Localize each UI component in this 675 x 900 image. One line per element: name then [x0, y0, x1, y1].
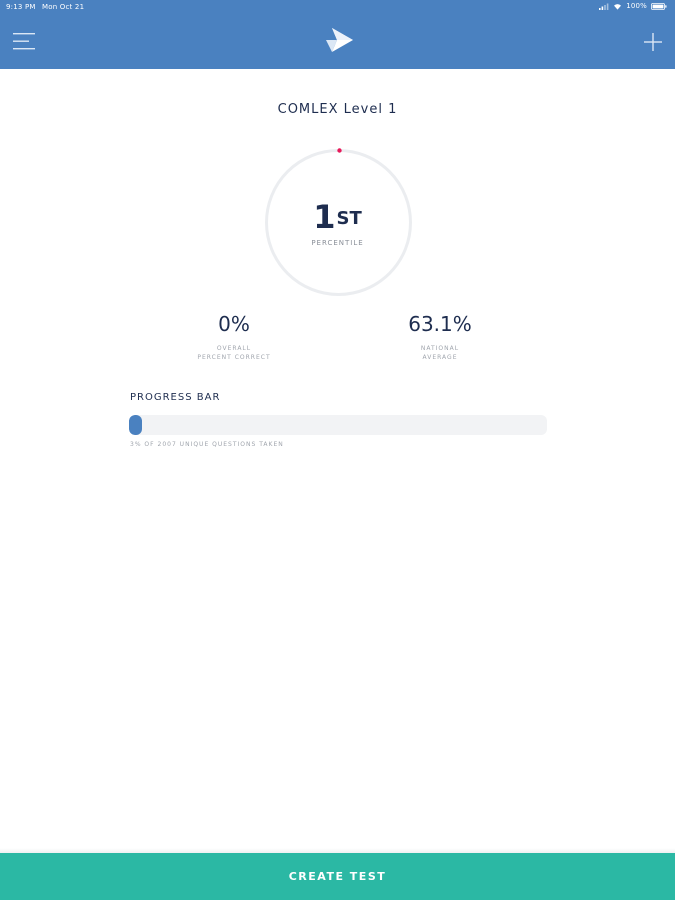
status-indicators: 100% [599, 2, 667, 10]
battery-icon [651, 2, 667, 10]
wifi-icon [614, 3, 622, 10]
percentile-number: 1 [313, 198, 336, 236]
top-nav-bar: 9:13 PM Mon Oct 21 100% [0, 0, 675, 69]
exam-title: COMLEX Level 1 [277, 102, 398, 117]
progress-bar-track [129, 415, 547, 435]
battery-percent: 100% [626, 2, 647, 10]
overall-label-line1: OVERALL [216, 345, 252, 352]
status-time: 9:13 PM [6, 3, 36, 11]
signal-icon [599, 3, 609, 10]
national-label-line2: AVERAGE [422, 354, 458, 361]
percentile-label: PERCENTILE [311, 239, 364, 247]
app-logo-icon [324, 28, 354, 52]
overall-percent-value: 0% [218, 312, 250, 336]
national-average-value: 63.1% [408, 312, 472, 336]
percentile-marker [337, 148, 342, 153]
hamburger-menu-icon[interactable] [13, 33, 35, 50]
percentile-value: 1ST [0, 197, 675, 237]
create-test-button[interactable]: CREATE TEST [0, 853, 675, 900]
national-average-stat: 63.1% NATIONAL AVERAGE [365, 312, 515, 362]
percentile-suffix: ST [336, 208, 362, 229]
progress-bar-fill [129, 415, 142, 435]
national-label-line1: NATIONAL [420, 345, 460, 352]
overall-label-line2: PERCENT CORRECT [197, 354, 271, 361]
status-bar: 9:13 PM Mon Oct 21 100% [0, 0, 675, 14]
progress-caption: 3% OF 2007 UNIQUE QUESTIONS TAKEN [130, 441, 284, 448]
status-date: Mon Oct 21 [42, 3, 85, 11]
plus-icon[interactable] [643, 32, 663, 52]
overall-percent-correct-stat: 0% OVERALL PERCENT CORRECT [159, 312, 309, 362]
progress-bar-title: PROGRESS BAR [130, 392, 221, 403]
